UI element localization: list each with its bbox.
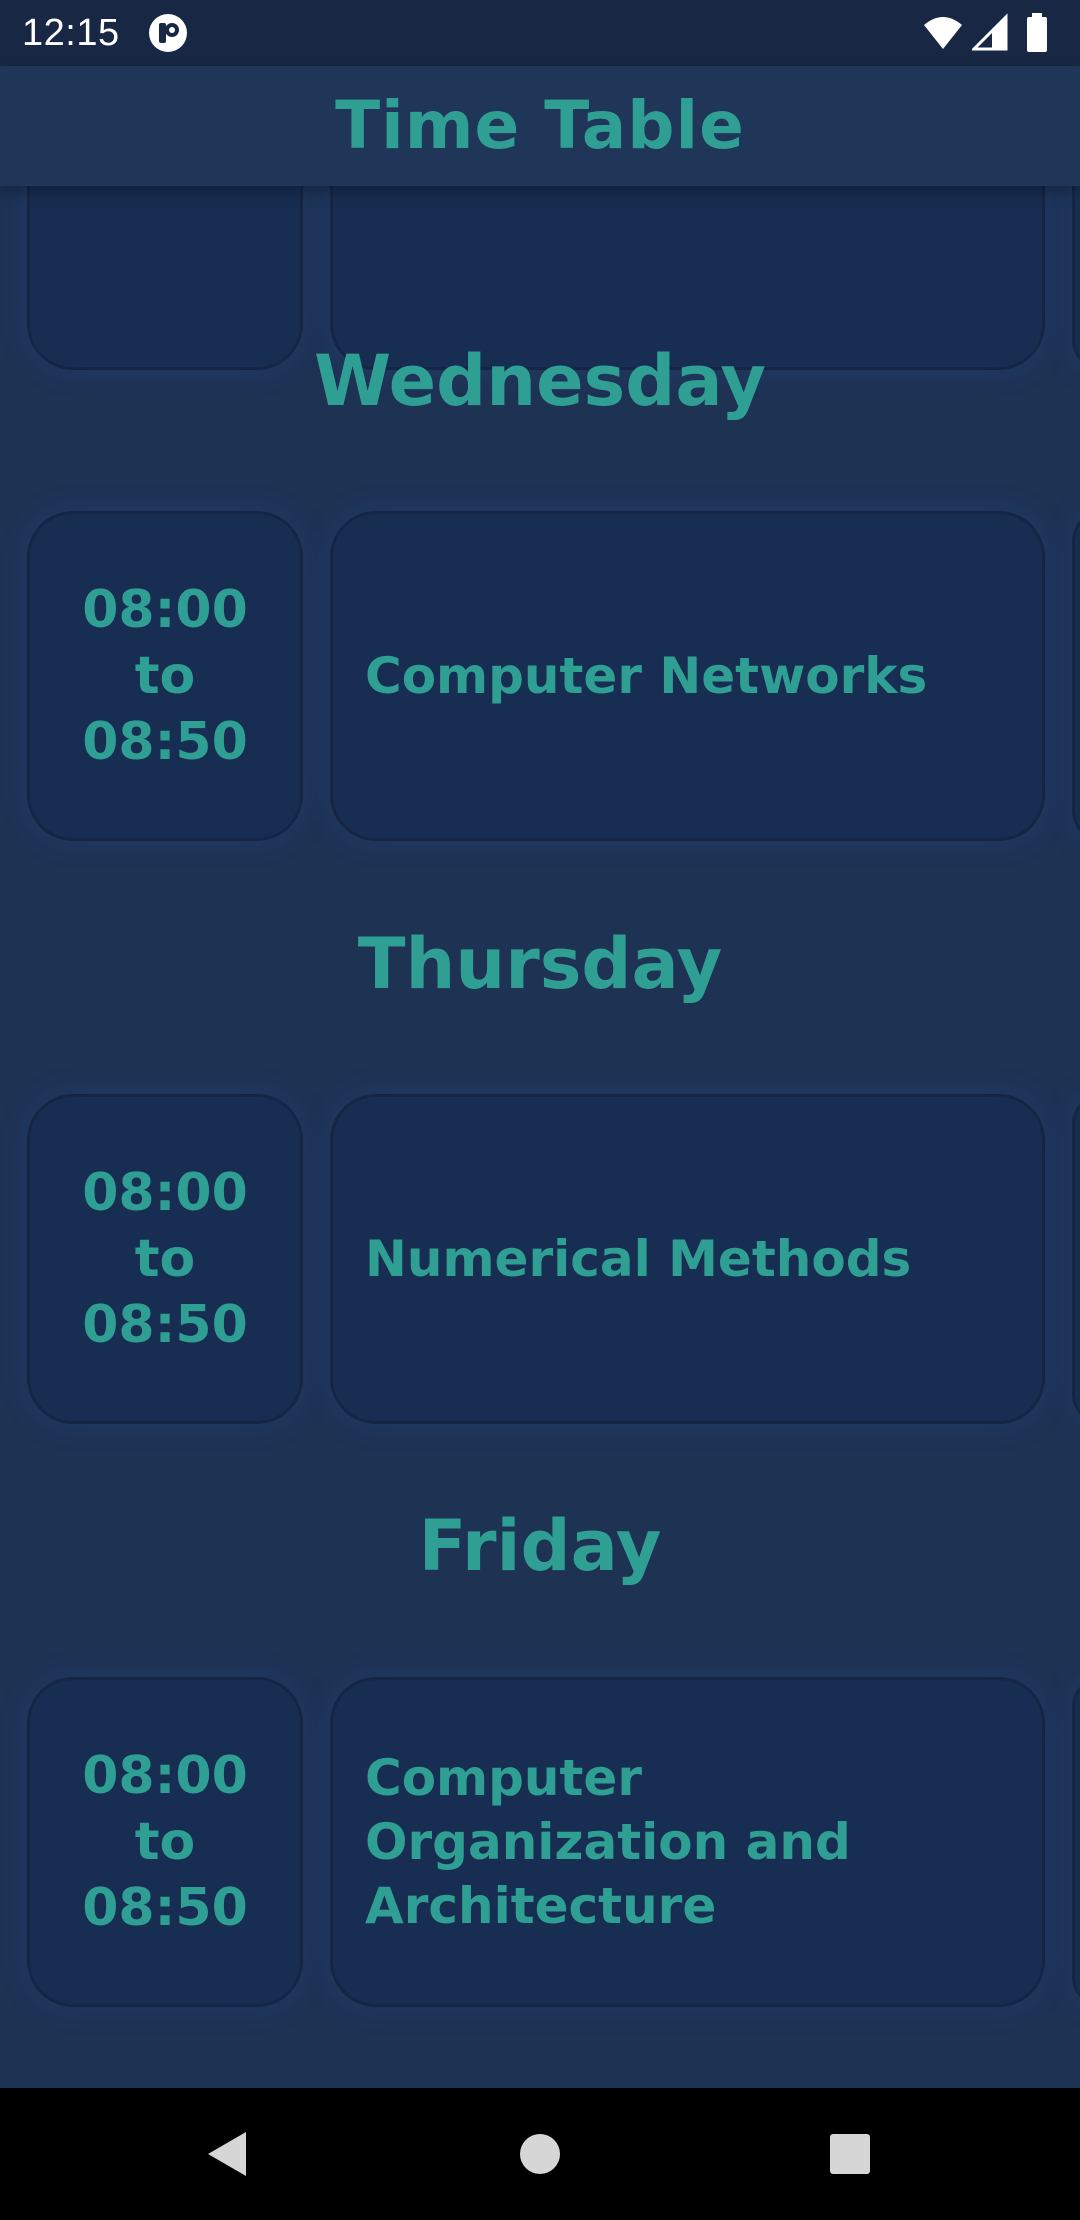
back-icon [208,2132,246,2176]
time-slot-text: 08:00 to 08:50 [30,1680,300,2004]
time-slot-card[interactable]: 08:00 to 08:50 [27,511,303,841]
subject-card[interactable]: Computer Organization and Architecture [330,1677,1045,2007]
time-end: 08:50 [82,712,248,772]
time-end: 08:50 [82,1878,248,1938]
day-heading-friday: Friday [418,1505,662,1587]
day-heading-thursday: Thursday [357,923,723,1005]
subject-name: Computer Networks [365,647,928,705]
home-button[interactable] [480,2088,600,2220]
home-icon [520,2134,560,2174]
time-separator: to [134,1812,196,1872]
status-time: 12:15 [22,12,120,54]
extra-card-edge[interactable] [1072,511,1080,841]
app-notification-icon [148,13,188,53]
time-separator: to [134,1229,196,1289]
subject-name: Numerical Methods [365,1230,912,1288]
recents-icon [830,2134,870,2174]
subject-name: Computer Organization and Architecture [365,1749,851,1935]
time-separator: to [134,646,196,706]
screen: 12:15 Time Table Wednesday 08:00 to 08:5… [0,0,1080,2220]
subject-card[interactable]: Computer Networks [330,511,1045,841]
cellular-signal-icon [972,13,1008,51]
app-header: Time Table [0,66,1080,186]
navigation-bar [0,2088,1080,2220]
battery-icon [1027,13,1047,52]
time-start: 08:00 [82,1163,248,1223]
day-heading-wednesday: Wednesday [313,340,767,422]
recents-button[interactable] [790,2088,910,2220]
extra-card-edge[interactable] [1072,1677,1080,2007]
status-bar: 12:15 [0,0,1080,66]
status-icons [922,13,1062,53]
time-start: 08:00 [82,1746,248,1806]
time-start: 08:00 [82,580,248,640]
time-slot-text: 08:00 to 08:50 [30,514,300,838]
wifi-icon [924,17,962,49]
page-title: Time Table [335,87,745,164]
time-slot-card[interactable]: 08:00 to 08:50 [27,1677,303,2007]
subject-card[interactable]: Numerical Methods [330,1094,1045,1424]
back-button[interactable] [166,2088,286,2220]
time-slot-text: 08:00 to 08:50 [30,1097,300,1421]
time-end: 08:50 [82,1295,248,1355]
time-slot-card[interactable]: 08:00 to 08:50 [27,1094,303,1424]
timetable-scroll-area[interactable]: Wednesday 08:00 to 08:50 Computer Networ… [0,186,1080,2088]
extra-card-edge[interactable] [1072,1094,1080,1424]
